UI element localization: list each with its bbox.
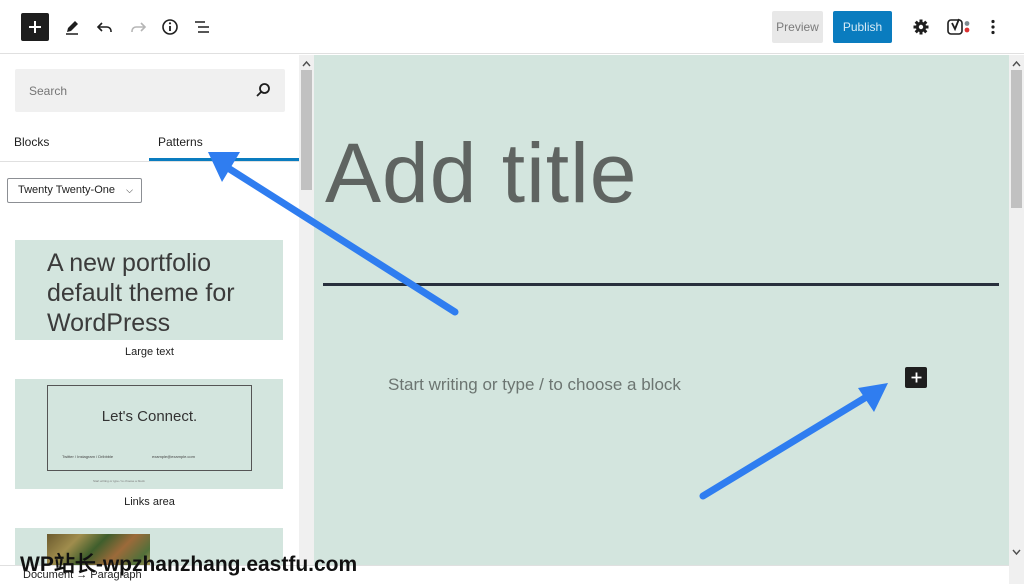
add-block-button[interactable] xyxy=(21,13,49,41)
pattern-preview-line: default theme for xyxy=(47,279,235,307)
pattern-label: Large text xyxy=(125,346,174,358)
active-tab-indicator xyxy=(149,158,299,161)
inserter-tabs: Blocks Patterns xyxy=(0,127,299,162)
details-button[interactable] xyxy=(156,13,184,41)
editor-toolbar: Preview Publish xyxy=(0,0,1024,54)
title-separator xyxy=(323,283,999,286)
pattern-preview-large-text[interactable]: A new portfolio default theme for WordPr… xyxy=(15,240,283,340)
redo-button[interactable] xyxy=(124,13,152,41)
settings-button[interactable] xyxy=(907,13,935,41)
sidebar-scrollbar-thumb[interactable] xyxy=(301,70,312,190)
inserter-search-input[interactable]: Search xyxy=(15,69,285,112)
undo-icon xyxy=(96,22,112,32)
preview-button[interactable]: Preview xyxy=(772,11,823,43)
canvas-scrollbar-thumb[interactable] xyxy=(1011,70,1022,208)
pattern-preview-line: A new portfolio xyxy=(47,249,211,277)
list-view-icon xyxy=(195,21,209,33)
chevron-down-icon: ⌵ xyxy=(126,185,133,195)
search-icon xyxy=(256,83,270,97)
pattern-preview-frame: Let's Connect. Twitter / Instagram / Dri… xyxy=(47,385,252,471)
scroll-down-icon xyxy=(1012,549,1021,556)
pencil-icon xyxy=(66,21,78,35)
yoast-seo-button[interactable] xyxy=(945,13,973,41)
watermark-text: WP站长-wpzhanzhang.eastfu.com xyxy=(20,553,358,576)
pattern-category-select[interactable]: Twenty Twenty-One ⌵ xyxy=(7,178,142,203)
pattern-preview-caption: Start writing or type / to choose a bloc… xyxy=(93,479,145,483)
search-placeholder: Search xyxy=(29,84,68,98)
scroll-up-icon xyxy=(1012,60,1021,67)
plus-icon xyxy=(911,372,921,383)
post-title-input[interactable]: Add title xyxy=(325,125,638,222)
editor-canvas: Add title Start writing or type / to cho… xyxy=(314,55,1009,565)
list-view-button[interactable] xyxy=(188,13,216,41)
pattern-preview-text: A new portfolio default theme for WordPr… xyxy=(47,248,235,338)
gear-icon xyxy=(913,19,929,35)
info-icon xyxy=(162,19,178,35)
block-inserter-panel: Search Blocks Patterns Twenty Twenty-One… xyxy=(0,55,299,584)
edit-tool-button[interactable] xyxy=(58,13,86,41)
undo-button[interactable] xyxy=(91,13,119,41)
plus-icon xyxy=(29,21,41,33)
pattern-category-value: Twenty Twenty-One xyxy=(18,184,116,196)
yoast-icon xyxy=(947,18,970,35)
options-button[interactable] xyxy=(979,13,1007,41)
inline-add-block-button[interactable] xyxy=(905,367,927,388)
publish-button[interactable]: Publish xyxy=(833,11,892,43)
pattern-preview-email: example@example.com xyxy=(152,454,195,459)
tab-patterns[interactable]: Patterns xyxy=(158,135,203,149)
scroll-up-icon xyxy=(302,60,311,67)
pattern-preview-links: Twitter / Instagram / Dribbble xyxy=(62,454,114,459)
paragraph-block-placeholder[interactable]: Start writing or type / to choose a bloc… xyxy=(388,375,681,395)
redo-icon xyxy=(131,22,147,32)
tab-blocks[interactable]: Blocks xyxy=(14,135,49,149)
more-vertical-icon xyxy=(991,19,995,35)
pattern-preview-links-area[interactable]: Let's Connect. Twitter / Instagram / Dri… xyxy=(15,379,283,489)
pattern-preview-line: WordPress xyxy=(47,309,171,337)
pattern-preview-title: Let's Connect. xyxy=(101,408,198,425)
pattern-label: Links area xyxy=(124,496,175,508)
